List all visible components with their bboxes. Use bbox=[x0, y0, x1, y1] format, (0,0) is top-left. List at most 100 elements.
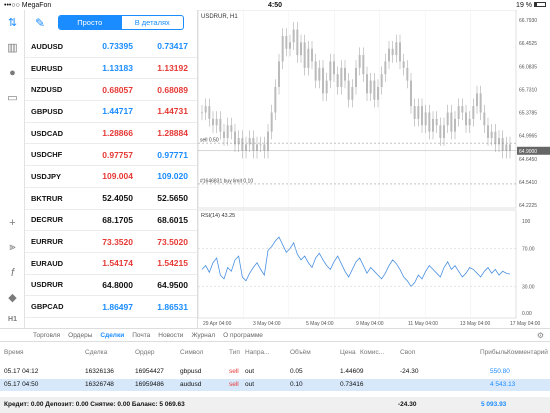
rsi-tick-label: 0.00 bbox=[522, 311, 532, 317]
cell-symbol: gbpusd bbox=[180, 368, 202, 375]
rsi-tick-label: 30.00 bbox=[522, 285, 535, 291]
mode-detailed-button[interactable]: В деталях bbox=[120, 16, 184, 29]
candle-body bbox=[256, 144, 258, 151]
quote-row[interactable]: NZDUSD 0.68057 0.68089 bbox=[25, 79, 197, 102]
deals-table-header: Время Сделка Ордер Символ Тип Напра... Объём Це… bbox=[0, 347, 550, 359]
indicators-icon[interactable]: ⫸ bbox=[5, 240, 20, 255]
chart-icon[interactable]: ▥ bbox=[5, 40, 20, 55]
candle-body bbox=[369, 80, 372, 94]
tab-item[interactable]: Сделки bbox=[100, 332, 124, 339]
column-header[interactable]: Комис... bbox=[360, 349, 384, 356]
column-header[interactable]: Тип bbox=[229, 349, 240, 356]
cell-volume: 0.05 bbox=[290, 368, 303, 375]
cell-order: 16959486 bbox=[135, 381, 164, 388]
candle-body bbox=[237, 138, 240, 145]
candle-body bbox=[300, 42, 302, 56]
tab-item[interactable]: Журнал bbox=[191, 332, 215, 339]
column-header[interactable]: Комментарий bbox=[507, 349, 548, 356]
chat-icon[interactable]: ● bbox=[5, 65, 20, 80]
account-summary: Кредит: 0.00 Депозит: 0.00 Снятие: 0.00 … bbox=[4, 401, 185, 408]
candle-body bbox=[413, 106, 416, 119]
quote-row[interactable]: USDJPY 109.004 109.020 bbox=[25, 166, 197, 188]
quote-row[interactable]: USDRUR 64.8000 64.9500 bbox=[25, 275, 197, 297]
quote-ask: 0.73417 bbox=[157, 41, 188, 52]
candle-body bbox=[424, 112, 427, 126]
edit-icon[interactable]: ✎ bbox=[32, 15, 48, 31]
quote-symbol: AUDUSD bbox=[31, 41, 64, 51]
time-tick-label: 3 May 04:00 bbox=[253, 321, 281, 327]
candle-body bbox=[417, 106, 420, 119]
quote-bid: 0.68057 bbox=[102, 84, 133, 95]
cell-symbol: audusd bbox=[180, 381, 202, 388]
column-header[interactable]: Сделка bbox=[85, 349, 107, 356]
crosshair-icon[interactable]: + bbox=[5, 215, 20, 230]
tab-item[interactable]: О программе bbox=[223, 332, 263, 339]
time-tick-label: 5 May 04:00 bbox=[306, 321, 334, 327]
quote-row[interactable]: AUDUSD 0.73395 0.73417 bbox=[25, 36, 197, 58]
objects-icon[interactable]: ◆ bbox=[5, 290, 20, 305]
column-header[interactable]: Прибыль bbox=[480, 349, 508, 356]
candle-body bbox=[347, 80, 350, 100]
current-price-label: 64.9000 bbox=[519, 149, 537, 155]
candle-body bbox=[230, 125, 233, 132]
quote-symbol: GBPUSD bbox=[31, 106, 64, 116]
candle-body bbox=[336, 74, 339, 87]
quote-bid: 0.73395 bbox=[102, 41, 133, 52]
quote-row[interactable]: USDCAD 1.28866 1.28884 bbox=[25, 123, 197, 145]
candle-body bbox=[303, 42, 306, 68]
quote-ask: 52.5650 bbox=[157, 193, 188, 204]
quote-symbol: EURUSD bbox=[31, 63, 63, 73]
candle-body bbox=[395, 42, 398, 56]
candle-body bbox=[245, 144, 247, 151]
cell-type: sell bbox=[229, 368, 239, 375]
candle-body bbox=[340, 67, 343, 87]
candle-body bbox=[461, 106, 464, 113]
tab-item[interactable]: Почта bbox=[132, 332, 150, 339]
column-header[interactable]: Напра... bbox=[245, 349, 269, 356]
quote-row[interactable]: EURRUR 73.3520 73.5020 bbox=[25, 231, 197, 253]
column-header[interactable]: Цена bbox=[340, 349, 356, 356]
cell-order: 16954427 bbox=[135, 368, 164, 375]
quote-row[interactable]: USDCHF 0.97757 0.97771 bbox=[25, 144, 197, 167]
candle-body bbox=[388, 48, 390, 62]
candle-body bbox=[384, 61, 387, 75]
quote-symbol: NZDUSD bbox=[31, 85, 63, 95]
mode-simple-button[interactable]: Просто bbox=[59, 16, 121, 29]
candle-body bbox=[351, 86, 354, 100]
cell-volume: 0.10 bbox=[290, 381, 303, 388]
chart-panel[interactable]: USDRUR, H1 RSI(14) 43.25 66.7930 66.4525 6… bbox=[197, 9, 550, 328]
quotes-icon[interactable]: ⇅ bbox=[5, 15, 20, 30]
candle-body bbox=[325, 80, 328, 94]
tab-item[interactable]: Торговля bbox=[33, 332, 60, 339]
column-header[interactable]: Время bbox=[4, 349, 24, 356]
column-header[interactable]: Объём bbox=[290, 349, 311, 356]
column-header[interactable]: Символ bbox=[180, 349, 203, 356]
quote-row[interactable]: GBPUSD 1.44717 1.44731 bbox=[25, 101, 197, 123]
table-row[interactable]: 05.17 04:50 16326748 16959486 audusd sell out… bbox=[0, 379, 550, 391]
candle-body bbox=[443, 125, 445, 139]
timeframe-button[interactable]: H1 bbox=[5, 312, 20, 327]
quote-row[interactable]: GBPCAD 1.86497 1.86531 bbox=[25, 296, 197, 318]
tab-item[interactable]: Ордеры bbox=[68, 332, 92, 339]
document-icon[interactable]: ▭ bbox=[5, 90, 20, 105]
quote-row[interactable]: EURUSD 1.13183 1.13192 bbox=[25, 58, 197, 80]
column-header[interactable]: Ордер bbox=[135, 349, 155, 356]
left-toolbar: ⇅ ▥ ● ▭ + ⫸ f ◆ H1 bbox=[0, 10, 25, 328]
filter-icon[interactable]: ⚙ bbox=[537, 331, 544, 340]
candle-body bbox=[410, 80, 412, 107]
column-header[interactable]: Своп bbox=[400, 349, 415, 356]
price-chart[interactable]: USDRUR, H1 RSI(14) 43.25 66.7930 66.4525 6… bbox=[197, 9, 550, 328]
quote-row[interactable]: BKTRUR 52.4050 52.5650 bbox=[25, 188, 197, 210]
quote-row[interactable]: DECRUR 68.1705 68.6015 bbox=[25, 210, 197, 232]
candle-body bbox=[479, 93, 482, 113]
quote-row[interactable]: EURAUD 1.54174 1.54215 bbox=[25, 253, 197, 275]
tab-item[interactable]: Новости bbox=[158, 332, 183, 339]
cell-type: sell bbox=[229, 381, 239, 388]
price-tick-label: 65.7310 bbox=[519, 87, 537, 93]
price-tick-label: 66.7930 bbox=[519, 18, 537, 24]
battery-indicator: 19 % bbox=[365, 2, 547, 9]
table-row[interactable]: 05.17 04:12 16326136 16954427 gbpusd sell out… bbox=[0, 366, 550, 378]
function-icon[interactable]: f bbox=[5, 265, 20, 280]
cell-time: 05.17 04:12 bbox=[4, 368, 39, 375]
quotes-list: AUDUSD 0.73395 0.73417 EURUSD 1.13183 1.13192… bbox=[25, 36, 197, 318]
